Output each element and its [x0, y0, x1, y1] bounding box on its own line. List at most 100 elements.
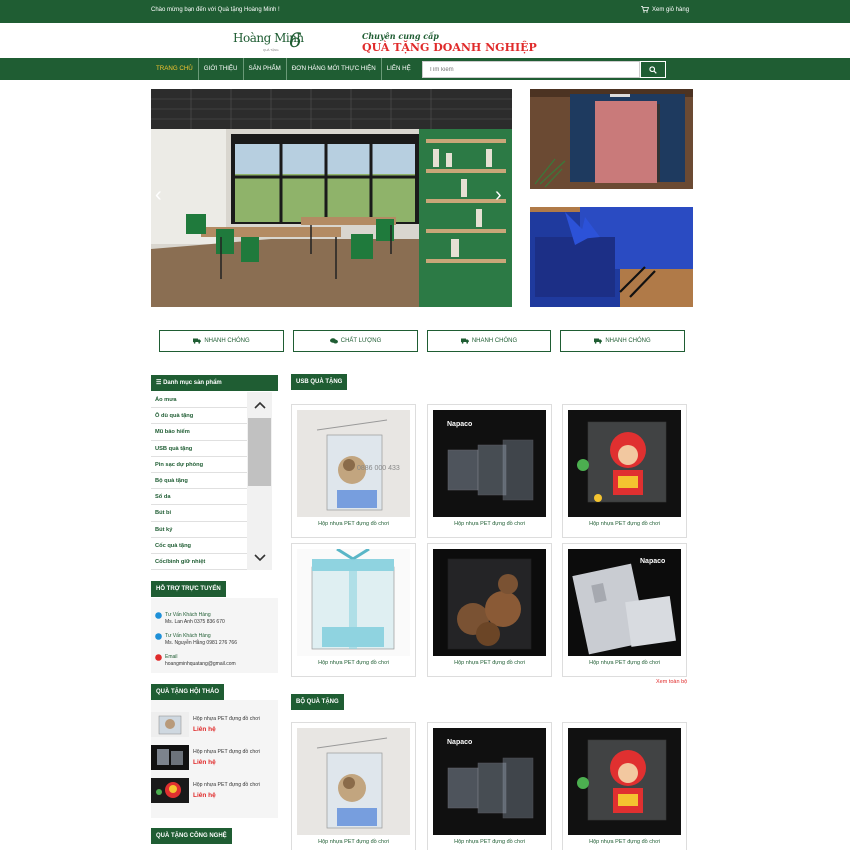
category-item[interactable]: Ô dù quà tặng: [151, 408, 247, 425]
category-item[interactable]: Bộ quà tặng: [151, 473, 247, 490]
product-name[interactable]: Hộp nhựa PET đựng đồ chơi: [292, 521, 415, 527]
logo[interactable]: Hoàng Minh QUÀ TẶNG 6: [231, 28, 307, 54]
side-product-name[interactable]: Hộp nhựa PET đựng đồ chơi: [193, 749, 260, 755]
gift-conference-title: QUÀ TẶNG HỘI THẢO: [151, 684, 224, 700]
product-image[interactable]: Napaco: [433, 410, 546, 517]
feature-label: NHANH CHÓNG: [471, 338, 518, 344]
header: Hoàng Minh QUÀ TẶNG 6 Chuyên cung cấp QU…: [0, 23, 850, 58]
category-item[interactable]: Bút ký: [151, 522, 247, 538]
logo-mark: 6: [289, 28, 302, 52]
support-title: HỖ TRỢ TRỰC TUYẾN: [151, 581, 226, 597]
nav-item-products[interactable]: SẢN PHẨM: [244, 58, 287, 80]
product-name[interactable]: Hộp nhựa PET đựng đồ chơi: [563, 660, 686, 666]
feature-label: CHẤT LƯỢNG: [340, 338, 382, 344]
side-product[interactable]: Hộp nhựa PET đựng đồ chơi Liên hệ: [151, 778, 260, 803]
category-item[interactable]: Áo mưa: [151, 392, 247, 409]
product-name[interactable]: Hộp nhựa PET đựng đồ chơi: [292, 839, 415, 845]
notebook-image: [530, 89, 693, 189]
product-card[interactable]: Hộp nhựa PET đựng đồ chơi: [427, 543, 552, 677]
product-image[interactable]: [568, 728, 681, 835]
product-image[interactable]: [297, 549, 410, 656]
feature-label: NHANH CHÓNG: [605, 338, 651, 344]
product-card[interactable]: Napaco Hộp nhựa PET đựng đồ chơi: [427, 404, 552, 538]
product-card[interactable]: Hộp nhựa PET đựng đồ chơi: [291, 543, 416, 677]
nav-item-home[interactable]: TRANG CHỦ: [151, 58, 199, 80]
category-item[interactable]: Mũ bảo hiểm: [151, 424, 247, 441]
side-product-name[interactable]: Hộp nhựa PET đựng đồ chơi: [193, 716, 260, 722]
product-name[interactable]: Hộp nhựa PET đựng đồ chơi: [563, 839, 686, 845]
product-image[interactable]: [297, 728, 410, 835]
side-product[interactable]: Hộp nhựa PET đựng đồ chơi Liên hệ: [151, 712, 260, 737]
set-section-title: BỘ QUÀ TẶNG: [291, 694, 344, 710]
search-button[interactable]: [640, 61, 666, 78]
product-image[interactable]: 0886 000 433: [297, 410, 410, 517]
product-card[interactable]: Hộp nhựa PET đựng đồ chơi: [291, 722, 416, 850]
support-item[interactable]: Email hoangminhquatang@gmail.com: [155, 654, 236, 667]
slider-prev-icon[interactable]: ‹: [155, 184, 162, 207]
banner-gift-set[interactable]: [530, 207, 693, 307]
side-product-price: Liên hệ: [193, 726, 216, 733]
support-contact: Ms. Nguyễn Hằng 0981 276 766: [165, 639, 237, 646]
truck-icon: [193, 338, 202, 344]
gift-tech-title: QUÀ TẶNG CÔNG NGHỆ: [151, 828, 232, 844]
cart-icon: [641, 6, 649, 13]
category-item[interactable]: Pin sạc dự phòng: [151, 457, 247, 473]
feature-box[interactable]: NHANH CHÓNG: [159, 330, 284, 352]
category-item[interactable]: Sổ da: [151, 489, 247, 506]
product-card[interactable]: 0886 000 433 Hộp nhựa PET đựng đồ chơi: [291, 404, 416, 538]
gift-set-image: [530, 207, 693, 307]
showroom-image: [151, 89, 512, 307]
tagline-main: QUÀ TẶNG DOANH NGHIỆP: [362, 41, 537, 54]
product-name[interactable]: Hộp nhựa PET đựng đồ chơi: [292, 660, 415, 666]
nav-item-about[interactable]: GIỚI THIỆU: [199, 58, 244, 80]
chat-icon: [329, 338, 338, 344]
scroll-up-icon[interactable]: [247, 395, 272, 415]
banner-notebook[interactable]: [530, 89, 693, 189]
support-item[interactable]: Tư Vấn Khách Hàng Ms. Nguyễn Hằng 0981 27…: [155, 633, 237, 646]
view-all-link[interactable]: Xem toàn bộ: [656, 679, 687, 685]
category-scrollbar[interactable]: [247, 392, 272, 570]
scrollbar-thumb[interactable]: [248, 418, 271, 486]
category-list: Áo mưa Ô dù quà tặng Mũ bảo hiểm USB quà…: [151, 392, 247, 571]
product-name[interactable]: Hộp nhựa PET đựng đồ chơi: [428, 521, 551, 527]
category-item[interactable]: Cốc quà tặng: [151, 538, 247, 554]
email-icon: [155, 654, 162, 661]
feature-box[interactable]: CHẤT LƯỢNG: [293, 330, 418, 352]
product-image[interactable]: [433, 549, 546, 656]
side-product-name[interactable]: Hộp nhựa PET đựng đồ chơi: [193, 782, 260, 788]
truck-icon: [594, 338, 603, 344]
tagline-small: Chuyên cung cấp: [362, 31, 439, 41]
cart-link[interactable]: Xem giỏ hàng: [641, 6, 689, 13]
product-card[interactable]: Napaco Hộp nhựa PET đựng đồ chơi: [562, 543, 687, 677]
support-box: Tư Vấn Khách Hàng Ms. Lan Anh 0375 836 67…: [151, 598, 278, 673]
nav-item-contact[interactable]: LIÊN HỆ: [382, 58, 416, 80]
category-item[interactable]: Cốc/bình giữ nhiệt: [151, 554, 247, 571]
product-card[interactable]: Hộp nhựa PET đựng đồ chơi: [562, 404, 687, 538]
image-brand: Napaco: [447, 421, 472, 428]
hero-slider[interactable]: ‹ ›: [151, 89, 512, 307]
feature-box[interactable]: NHANH CHÓNG: [560, 330, 685, 352]
product-image[interactable]: Napaco: [568, 549, 681, 656]
slider-next-icon[interactable]: ›: [495, 184, 502, 207]
product-card[interactable]: Hộp nhựa PET đựng đồ chơi: [562, 722, 687, 850]
product-image[interactable]: [568, 410, 681, 517]
product-name[interactable]: Hộp nhựa PET đựng đồ chơi: [428, 660, 551, 666]
image-brand: Napaco: [447, 739, 472, 746]
product-image[interactable]: Napaco: [433, 728, 546, 835]
feature-box[interactable]: NHANH CHÓNG: [427, 330, 551, 352]
image-brand: Napaco: [640, 558, 665, 565]
support-item[interactable]: Tư Vấn Khách Hàng Ms. Lan Anh 0375 836 67…: [155, 612, 225, 625]
category-item[interactable]: Bút bi: [151, 505, 247, 522]
product-name[interactable]: Hộp nhựa PET đựng đồ chơi: [428, 839, 551, 845]
product-name[interactable]: Hộp nhựa PET đựng đồ chơi: [563, 521, 686, 527]
product-card[interactable]: Napaco Hộp nhựa PET đựng đồ chơi: [427, 722, 552, 850]
search-input[interactable]: [422, 61, 640, 78]
side-product-image[interactable]: [151, 745, 189, 770]
scroll-down-icon[interactable]: [247, 548, 272, 568]
side-product[interactable]: Hộp nhựa PET đựng đồ chơi Liên hệ: [151, 745, 260, 770]
category-item[interactable]: USB quà tặng: [151, 441, 247, 457]
side-product-image[interactable]: [151, 778, 189, 803]
nav-item-orders[interactable]: ĐƠN HÀNG MỚI THỰC HIỆN: [287, 58, 382, 80]
side-product-image[interactable]: [151, 712, 189, 737]
side-product-price: Liên hệ: [193, 759, 216, 766]
